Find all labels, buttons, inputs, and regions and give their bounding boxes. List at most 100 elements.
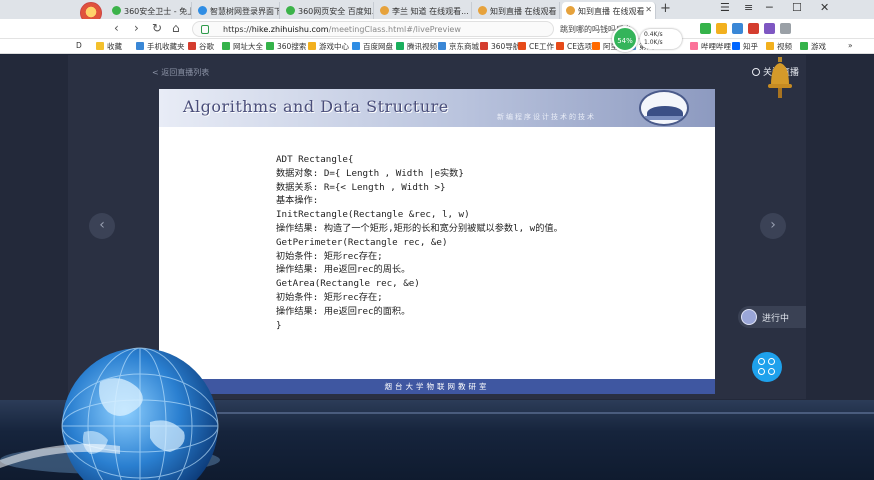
back-icon[interactable]: ‹ xyxy=(114,21,119,35)
tab-favicon-icon xyxy=(380,6,389,15)
bookmark-icon xyxy=(480,42,488,50)
performance-widget[interactable]: 54% xyxy=(612,26,638,52)
bookmark-item[interactable]: 360搜索 xyxy=(266,41,306,52)
bookmark-icon xyxy=(188,42,196,50)
chevron-left-icon: ‹ xyxy=(99,217,105,233)
code-line: 数据关系: R={< Length , Width >} xyxy=(276,181,446,193)
maximize-icon[interactable]: ☐ xyxy=(792,1,802,14)
lock-icon xyxy=(201,25,209,34)
grid-dot-icon xyxy=(768,368,775,375)
bookmark-item[interactable]: 视频 xyxy=(766,41,792,52)
code-line: 操作结果: 用e返回rec的周长。 xyxy=(276,264,411,276)
bookmark-item[interactable]: 游戏中心 xyxy=(308,41,349,52)
bookmark-item[interactable]: 游戏 xyxy=(800,41,826,52)
extension-icon[interactable] xyxy=(716,23,727,34)
bookmark-item[interactable]: CE选项 xyxy=(556,41,592,52)
address-bar[interactable]: https://hike.zhihuishu.com/meetingClass.… xyxy=(192,21,554,37)
grid-dot-icon xyxy=(768,358,775,365)
browser-tab[interactable]: 智慧树网登录界面下... xyxy=(194,2,280,19)
browser-tab[interactable]: 知到直播 在线观看 xyxy=(474,2,560,19)
slide-code-block: ADT Rectangle{ 数据对象: D={ Length , Width … xyxy=(276,153,563,332)
extension-icon[interactable] xyxy=(780,23,791,34)
bookmark-item[interactable]: 网址大全 xyxy=(222,41,263,52)
prev-slide-button[interactable]: ‹ xyxy=(89,213,115,239)
code-line: 数据对象: D={ Length , Width |e实数} xyxy=(276,167,464,179)
home-icon[interactable]: ⌂ xyxy=(172,21,180,35)
chevron-right-icon: › xyxy=(770,217,776,233)
next-slide-button[interactable]: › xyxy=(760,213,786,239)
bookmark-item[interactable]: 360导航 xyxy=(480,41,520,52)
bookmark-icon xyxy=(136,42,144,50)
url-path: /meetingClass.html#/livePreview xyxy=(328,25,461,34)
decorative-line xyxy=(200,412,874,414)
extension-icon[interactable] xyxy=(732,23,743,34)
code-line: GetArea(Rectangle rec, &e) xyxy=(276,278,420,290)
code-line: ADT Rectangle{ xyxy=(276,154,354,165)
tab-favicon-icon xyxy=(112,6,121,15)
bookmark-icon xyxy=(732,42,740,50)
live-status-pill[interactable]: 进行中 xyxy=(738,306,806,328)
bookmark-item[interactable]: 手机收藏夹 xyxy=(136,41,185,52)
bookmark-icon xyxy=(222,42,230,50)
minimize-icon[interactable]: ─ xyxy=(766,1,773,14)
apps-grid-button[interactable] xyxy=(752,352,782,382)
bookmark-item[interactable]: 腾讯视频 xyxy=(396,41,437,52)
menu-icon[interactable]: ≡ xyxy=(744,1,753,14)
reload-icon[interactable]: ↻ xyxy=(152,21,162,35)
star-icon xyxy=(96,42,104,50)
tab-favicon-icon xyxy=(286,6,295,15)
bookmark-icon xyxy=(518,42,526,50)
bookmark-icon xyxy=(766,42,774,50)
bookmark-icon xyxy=(438,42,446,50)
skin-icon[interactable]: ☰ xyxy=(720,1,730,14)
bookmark-item[interactable]: 京东商城 xyxy=(438,41,479,52)
slide-header: Algorithms and Data Structure 新编程序设计技术的技… xyxy=(159,89,715,127)
bookmark-item[interactable]: 谷歌 xyxy=(188,41,214,52)
code-line: InitRectangle(Rectangle &rec, l, w) xyxy=(276,209,470,221)
back-to-list-link[interactable]: < 返回直播列表 xyxy=(152,67,209,78)
extension-icon[interactable] xyxy=(748,23,759,34)
tab-favicon-icon xyxy=(198,6,207,15)
new-tab-icon[interactable]: + xyxy=(660,1,671,16)
bookmarks-more-icon[interactable]: » xyxy=(848,41,853,50)
bookmark-icon xyxy=(352,42,360,50)
code-line: } xyxy=(276,319,282,331)
forward-icon[interactable]: › xyxy=(134,21,139,35)
net-up-speed: 0.4K/s xyxy=(644,31,663,38)
power-icon xyxy=(752,68,760,76)
presentation-slide: Algorithms and Data Structure 新编程序设计技术的技… xyxy=(159,89,715,394)
network-speed-widget: 0.4K/s 1.0K/s xyxy=(640,29,682,49)
bookmark-icon xyxy=(308,42,316,50)
browser-tab[interactable]: 360网页安全 百度知... xyxy=(282,2,374,19)
bookmark-item[interactable]: 知乎 xyxy=(732,41,758,52)
bookmarks-prefix: D xyxy=(76,41,82,50)
extension-icon[interactable] xyxy=(700,23,711,34)
slide-title: Algorithms and Data Structure xyxy=(183,97,449,116)
bookmark-icon xyxy=(800,42,808,50)
bookmark-item[interactable]: 哔哩哔哩 xyxy=(690,41,731,52)
bookmark-icon xyxy=(266,42,274,50)
presenter-avatar xyxy=(741,309,757,325)
bookmark-item[interactable]: CE工作 xyxy=(518,41,554,52)
bookmark-item[interactable]: 百度网盘 xyxy=(352,41,393,52)
slide-subtitle: 新编程序设计技术的技术 xyxy=(497,113,596,121)
code-line: 初始条件: 矩形rec存在; xyxy=(276,250,383,262)
grid-dot-icon xyxy=(758,358,765,365)
code-line: GetPerimeter(Rectangle rec, &e) xyxy=(276,236,448,248)
globe-icon xyxy=(0,347,220,480)
bookmark-item[interactable]: 收藏 xyxy=(96,41,122,52)
url-host: hike.zhihuishu.com xyxy=(251,25,329,34)
close-tab-icon[interactable]: ✕ xyxy=(645,5,652,14)
code-line: 初始条件: 矩形rec存在; xyxy=(276,291,383,303)
bookmark-icon xyxy=(690,42,698,50)
browser-tab-active[interactable]: 知到直播 在线观看 ✕ xyxy=(562,2,656,19)
window-close-icon[interactable]: ✕ xyxy=(820,1,829,14)
browser-tab[interactable]: 360安全卫士 - 免上... xyxy=(108,2,192,19)
bookmark-icon xyxy=(592,42,600,50)
grid-dot-icon xyxy=(758,368,765,375)
bookmark-icon xyxy=(396,42,404,50)
extension-icon[interactable] xyxy=(764,23,775,34)
bookmark-icon xyxy=(556,42,564,50)
code-line: 操作结果: 构造了一个矩形,矩形的长和宽分别被赋以参数l, w的值。 xyxy=(276,222,563,234)
browser-tab[interactable]: 李兰 知道 在线观看... xyxy=(376,2,472,19)
